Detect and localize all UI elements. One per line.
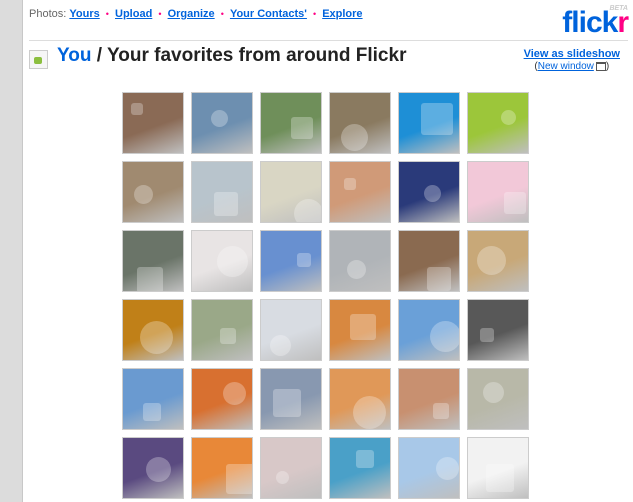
photo-thumbnail[interactable] [260, 161, 322, 223]
top-nav: Photos: Yours • Upload • Organize • Your… [29, 8, 363, 20]
photo-content [217, 246, 248, 277]
nav-contacts-link[interactable]: Your Contacts' [230, 8, 307, 20]
flickr-logo[interactable]: flickr BETA [562, 5, 629, 40]
photo-content [134, 185, 153, 204]
photo-content [276, 471, 289, 484]
photo-content [424, 185, 441, 202]
photo-content [146, 457, 171, 482]
photo-thumbnail[interactable] [398, 437, 460, 499]
photo-content [483, 382, 504, 403]
photo-content [143, 403, 161, 421]
photo-content [356, 450, 374, 468]
photo-content [131, 103, 143, 115]
nav-separator: • [105, 9, 109, 19]
photo-thumbnail[interactable] [191, 161, 253, 223]
photo-thumbnail[interactable] [329, 299, 391, 361]
photo-thumbnail[interactable] [260, 437, 322, 499]
divider [29, 40, 628, 41]
photo-content [501, 110, 516, 125]
photo-thumbnail[interactable] [260, 368, 322, 430]
favorites-grid [122, 92, 529, 499]
nav-yours-link[interactable]: Yours [69, 8, 99, 20]
page-title: You / Your favorites from around Flickr [57, 45, 406, 67]
photo-content [273, 389, 301, 417]
photo-content [480, 328, 494, 342]
photo-thumbnail[interactable] [191, 437, 253, 499]
photo-thumbnail[interactable] [122, 92, 184, 154]
photo-thumbnail[interactable] [398, 92, 460, 154]
view-slideshow-link[interactable]: View as slideshow [524, 48, 620, 60]
photo-content [430, 321, 459, 352]
photo-thumbnail[interactable] [329, 368, 391, 430]
page-title-text: / Your favorites from around Flickr [91, 45, 407, 66]
photo-thumbnail[interactable] [329, 230, 391, 292]
nav-explore-link[interactable]: Explore [322, 8, 362, 20]
photo-thumbnail[interactable] [398, 368, 460, 430]
photo-content [421, 103, 453, 135]
photo-thumbnail[interactable] [260, 299, 322, 361]
photo-content [220, 328, 236, 344]
photo-content [294, 199, 321, 222]
photo-content [137, 267, 163, 291]
nav-organize-link[interactable]: Organize [168, 8, 215, 20]
nav-separator: • [220, 9, 224, 19]
photo-content [140, 321, 173, 354]
new-window-text: (New window) [524, 61, 620, 72]
photo-content [427, 267, 451, 291]
photo-content [477, 246, 506, 275]
photo-content [291, 117, 313, 139]
photo-thumbnail[interactable] [398, 161, 460, 223]
photo-thumbnail[interactable] [191, 92, 253, 154]
paren-close: ) [605, 61, 610, 72]
photo-content [297, 253, 311, 267]
photo-content [347, 260, 366, 279]
photo-content [486, 464, 514, 492]
photo-content [270, 335, 291, 356]
photo-thumbnail[interactable] [467, 368, 529, 430]
photo-content [211, 110, 228, 127]
photo-thumbnail[interactable] [191, 368, 253, 430]
photo-thumbnail[interactable] [398, 230, 460, 292]
photo-thumbnail[interactable] [122, 230, 184, 292]
new-window-link[interactable]: New window [538, 61, 594, 72]
photo-thumbnail[interactable] [467, 437, 529, 499]
photo-thumbnail[interactable] [467, 230, 529, 292]
new-window-icon [595, 61, 606, 71]
photo-content [353, 396, 386, 429]
nav-prefix: Photos: [29, 8, 67, 20]
photo-content [226, 464, 252, 494]
photo-content [350, 314, 376, 340]
photo-content [223, 382, 246, 405]
photo-thumbnail[interactable] [467, 92, 529, 154]
photo-thumbnail[interactable] [122, 368, 184, 430]
photo-content [504, 192, 526, 214]
slideshow-links: View as slideshow (New window) [524, 48, 620, 72]
photo-thumbnail[interactable] [467, 299, 529, 361]
nav-separator: • [158, 9, 162, 19]
page: Photos: Yours • Upload • Organize • Your… [22, 0, 633, 502]
photo-thumbnail[interactable] [398, 299, 460, 361]
you-link[interactable]: You [57, 45, 91, 66]
photo-content [341, 124, 368, 151]
nav-separator: • [312, 9, 317, 19]
photo-thumbnail[interactable] [191, 299, 253, 361]
photo-thumbnail[interactable] [260, 230, 322, 292]
photo-content [433, 403, 449, 419]
logo-beta: BETA [609, 5, 628, 12]
photo-thumbnail[interactable] [191, 230, 253, 292]
photo-thumbnail[interactable] [122, 299, 184, 361]
photo-thumbnail[interactable] [329, 92, 391, 154]
nav-upload-link[interactable]: Upload [115, 8, 152, 20]
photo-content [214, 192, 238, 216]
photo-content [344, 178, 356, 190]
photo-thumbnail[interactable] [329, 161, 391, 223]
photo-thumbnail[interactable] [260, 92, 322, 154]
photo-thumbnail[interactable] [122, 437, 184, 499]
photo-content [436, 457, 459, 480]
photo-thumbnail[interactable] [122, 161, 184, 223]
buddy-icon[interactable] [29, 50, 48, 69]
photo-thumbnail[interactable] [467, 161, 529, 223]
photo-thumbnail[interactable] [329, 437, 391, 499]
